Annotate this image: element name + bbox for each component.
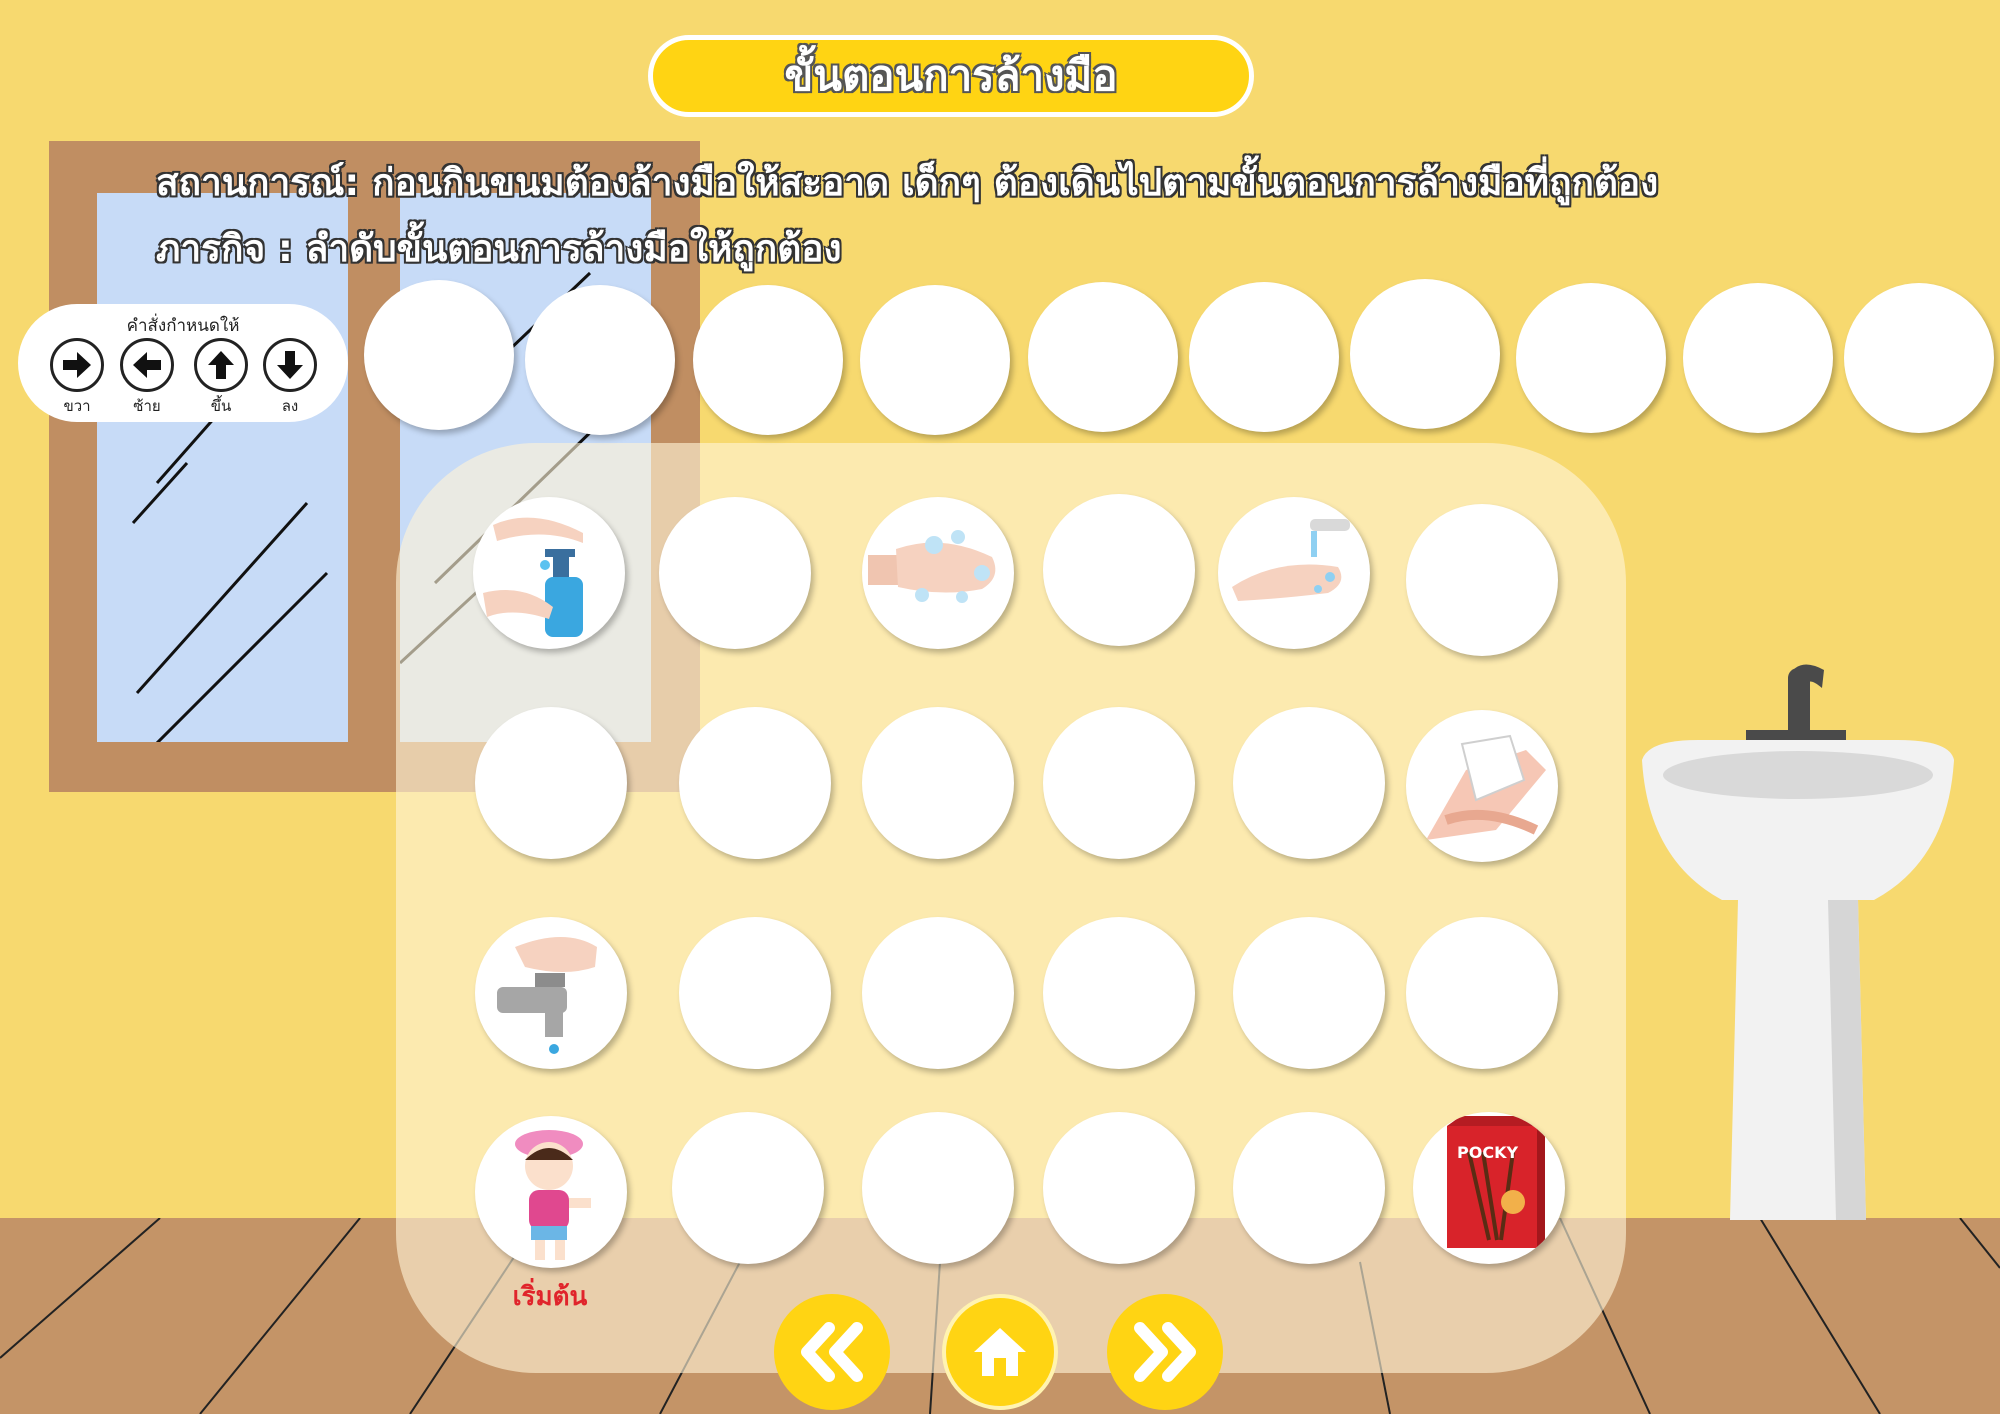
step-soap-lather[interactable] [862,497,1014,649]
step-hand-sanitizer[interactable] [473,497,625,649]
soap-lather-icon [868,530,996,603]
answer-slot-5[interactable] [1028,282,1178,432]
home-button[interactable] [942,1294,1058,1410]
grid-cell-empty[interactable] [1043,1112,1195,1264]
home-icon [974,1328,1026,1376]
snack-label: POCKY [1457,1143,1518,1162]
mission-line: ภารกิจ : ลำดับขั้นตอนการล้างมือให้ถูกต้อ… [156,227,842,270]
arrow-left-icon[interactable] [120,338,174,392]
start-cell-girl[interactable] [475,1116,627,1268]
dry-with-tissue-icon [1426,734,1546,840]
grid-cell-empty[interactable] [679,707,831,859]
answer-slot-8[interactable] [1516,283,1666,433]
double-chevron-left-icon [801,1322,863,1382]
scenario-line: สถานการณ์: ก่อนกินขนมต้องล้างมือให้สะอาด… [156,161,1659,204]
arrow-down-icon[interactable] [263,338,317,392]
grid-cell-empty[interactable] [659,497,811,649]
command-legend: คำสั่งกำหนดให้ ขวา ซ้าย ขึ้น ลง [18,304,348,422]
step-turn-on-faucet[interactable] [475,917,627,1069]
command-label: ขึ้น [210,397,232,415]
grid-cell-empty[interactable] [1406,917,1558,1069]
answer-slot-3[interactable] [693,285,843,435]
command-up[interactable]: ขึ้น [191,338,251,418]
rinse-hands-icon [1232,519,1350,601]
sink-illustration [1642,664,1954,1220]
grid-cell-empty[interactable] [679,917,831,1069]
prev-button[interactable] [774,1294,890,1410]
faucet-icon [497,937,597,1054]
answer-slot-4[interactable] [860,285,1010,435]
answer-slot-6[interactable] [1189,282,1339,432]
grid-cell-empty[interactable] [862,1112,1014,1264]
answer-slot-7[interactable] [1350,279,1500,429]
command-label: ลง [281,397,299,415]
goal-cell-snack[interactable]: POCKY [1413,1112,1565,1264]
grid-cell-empty[interactable] [862,917,1014,1069]
grid-cell-empty[interactable] [1043,494,1195,646]
grid-cell-empty[interactable] [1233,917,1385,1069]
grid-cell-empty[interactable] [1233,707,1385,859]
page-title: ขั้นตอนการล้างมือ [784,51,1118,100]
scenario-text: สถานการณ์: ก่อนกินขนมต้องล้างมือให้สะอาด… [156,150,1976,282]
grid-cell-empty[interactable] [1233,1112,1385,1264]
command-down[interactable]: ลง [260,338,320,418]
hand-sanitizer-icon [483,517,583,637]
start-label: เริ่มต้น [512,1282,588,1312]
grid-cell-empty[interactable] [1043,707,1195,859]
girl-character-icon [515,1130,591,1260]
command-label: ซ้าย [133,397,161,415]
grid-cell-empty[interactable] [475,707,627,859]
answer-slot-2[interactable] [525,285,675,435]
step-rinse-under-tap[interactable] [1218,497,1370,649]
command-label: ขวา [63,397,91,415]
double-chevron-right-icon [1134,1322,1196,1382]
title-banner: ขั้นตอนการล้างมือ [648,35,1254,117]
pocky-box-icon: POCKY [1447,1116,1545,1248]
grid-cell-empty[interactable] [1043,917,1195,1069]
command-left[interactable]: ซ้าย [117,338,177,418]
grid-cell-empty[interactable] [1406,504,1558,656]
grid-cell-empty[interactable] [672,1112,824,1264]
arrow-up-icon[interactable] [194,338,248,392]
legend-title: คำสั่งกำหนดให้ [126,316,240,336]
grid-cell-empty[interactable] [862,707,1014,859]
step-dry-hands[interactable] [1406,710,1558,862]
next-button[interactable] [1107,1294,1223,1410]
answer-slot-9[interactable] [1683,283,1833,433]
arrow-right-icon[interactable] [50,338,104,392]
command-right[interactable]: ขวา [47,338,107,418]
answer-slot-1[interactable] [364,280,514,430]
answer-slot-10[interactable] [1844,283,1994,433]
